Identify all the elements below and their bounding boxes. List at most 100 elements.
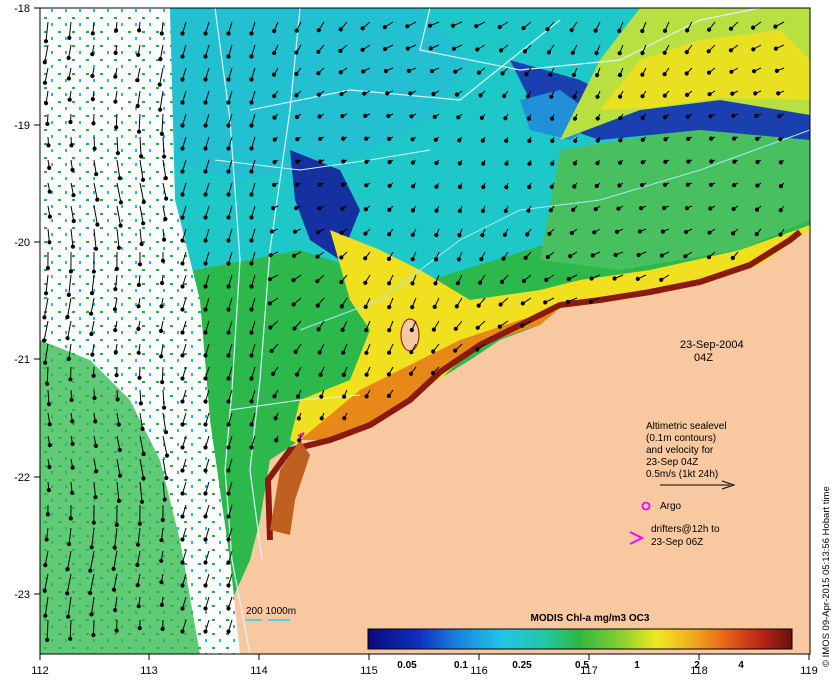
velocity-vector-head bbox=[640, 51, 645, 56]
velocity-vector-head bbox=[249, 169, 254, 174]
velocity-vector-head bbox=[639, 206, 644, 211]
velocity-vector-head bbox=[410, 160, 415, 165]
velocity-vector-head bbox=[457, 184, 463, 189]
velocity-vector-head bbox=[341, 372, 346, 377]
velocity-vector-head bbox=[160, 258, 166, 263]
velocity-vector-head bbox=[136, 326, 141, 331]
velocity-vector-head bbox=[520, 323, 525, 328]
velocity-vector-head bbox=[318, 136, 323, 141]
velocity-vector-head bbox=[778, 160, 783, 165]
velocity-vector-head bbox=[89, 291, 95, 296]
colorbar-ramp bbox=[367, 628, 793, 650]
velocity-vector-head bbox=[456, 115, 461, 120]
velocity-vector-head bbox=[480, 138, 485, 143]
velocity-vector-head bbox=[295, 137, 300, 142]
velocity-vector-head bbox=[160, 380, 165, 385]
colorbar-title: MODIS Chl-a mg/m3 OC3 bbox=[531, 613, 650, 624]
velocity-vector-head bbox=[685, 28, 690, 33]
velocity-vector-head bbox=[520, 301, 525, 306]
velocity-vector-head bbox=[203, 169, 208, 174]
velocity-vector-head bbox=[70, 167, 75, 172]
velocity-vector-head bbox=[547, 231, 552, 236]
velocity-vector-head bbox=[115, 151, 121, 156]
velocity-vector-head bbox=[316, 49, 321, 54]
velocity-vector-head bbox=[249, 330, 254, 335]
velocity-vector-head bbox=[139, 241, 144, 247]
velocity-vector-head bbox=[137, 375, 142, 380]
velocity-vector-head bbox=[47, 422, 52, 427]
velocity-vector-head bbox=[685, 206, 690, 211]
velocity-vector-head bbox=[778, 184, 784, 189]
velocity-vector-head bbox=[180, 606, 185, 611]
velocity-vector-head bbox=[141, 221, 146, 226]
velocity-vector-head bbox=[317, 206, 322, 211]
velocity-vector-head bbox=[635, 276, 640, 281]
velocity-vector-head bbox=[429, 69, 435, 74]
velocity-vector-head bbox=[773, 24, 778, 29]
velocity-vector-head bbox=[730, 91, 735, 96]
velocity-vector-head bbox=[549, 184, 554, 189]
velocity-vector-head bbox=[572, 184, 577, 189]
velocity-vector-head bbox=[457, 138, 462, 143]
velocity-vector-head bbox=[497, 324, 502, 329]
time-label: 04Z bbox=[694, 352, 713, 364]
velocity-vector-head bbox=[249, 399, 254, 404]
velocity-vector-head bbox=[340, 114, 345, 119]
velocity-vector-head bbox=[434, 160, 439, 166]
velocity-vector-head bbox=[268, 325, 273, 330]
velocity-vector-head bbox=[659, 253, 665, 258]
velocity-vector-head bbox=[113, 350, 118, 355]
velocity-vector-head bbox=[595, 73, 600, 78]
velocity-vector-head bbox=[526, 208, 531, 213]
velocity-vector-head bbox=[409, 350, 414, 355]
velocity-vector-head bbox=[47, 189, 52, 194]
map-plot-area bbox=[40, 8, 810, 654]
velocity-vector-head bbox=[751, 47, 756, 52]
velocity-vector-head bbox=[89, 612, 94, 617]
velocity-vector-head bbox=[569, 28, 574, 33]
velocity-vector-head bbox=[728, 26, 734, 31]
velocity-vector-head bbox=[158, 107, 163, 112]
velocity-vector-head bbox=[93, 419, 98, 424]
velocity-vector-head bbox=[140, 426, 145, 431]
velocity-vector-head bbox=[684, 229, 689, 235]
velocity-vector-head bbox=[617, 183, 622, 188]
velocity-vector-head bbox=[296, 394, 301, 399]
velocity-vector-head bbox=[636, 253, 641, 258]
velocity-vector-head bbox=[141, 199, 146, 205]
velocity-vector-head bbox=[159, 354, 164, 359]
velocity-vector-head bbox=[640, 72, 645, 77]
velocity-vector-head bbox=[203, 583, 208, 588]
velocity-vector-head bbox=[159, 602, 164, 608]
velocity-vector-head bbox=[164, 196, 169, 201]
velocity-vector-head bbox=[338, 48, 343, 54]
velocity-vector-head bbox=[180, 284, 185, 289]
velocity-vector-head bbox=[226, 100, 231, 105]
velocity-vector-head bbox=[478, 93, 483, 98]
velocity-vector-head bbox=[342, 394, 347, 399]
velocity-vector-head bbox=[663, 137, 668, 142]
velocity-vector-head bbox=[501, 256, 506, 261]
velocity-vector-head bbox=[427, 23, 433, 28]
velocity-vector-head bbox=[363, 280, 368, 285]
velocity-vector-head bbox=[595, 138, 600, 143]
velocity-vector-head bbox=[203, 261, 208, 266]
velocity-vector-head bbox=[410, 257, 415, 262]
velocity-vector-head bbox=[291, 253, 297, 258]
velocity-vector-head bbox=[706, 70, 712, 75]
velocity-vector-head bbox=[618, 94, 623, 99]
colorbar-tick-label: 4 bbox=[738, 660, 744, 671]
velocity-vector-head bbox=[431, 327, 436, 332]
velocity-vector-head bbox=[203, 330, 208, 335]
velocity-vector-head bbox=[477, 280, 483, 285]
velocity-vector-head bbox=[548, 72, 553, 77]
velocity-vector-head bbox=[226, 215, 231, 220]
velocity-vector-head bbox=[203, 54, 208, 59]
velocity-vector-head bbox=[159, 131, 164, 136]
x-axis: 112 113 114 115 116 117 118 119 bbox=[31, 654, 818, 677]
velocity-vector-head bbox=[684, 71, 689, 76]
velocity-vector-head bbox=[527, 138, 532, 143]
velocity-vector-head bbox=[226, 560, 231, 565]
velocity-vector-head bbox=[315, 279, 320, 284]
velocity-vector-head bbox=[162, 405, 167, 410]
